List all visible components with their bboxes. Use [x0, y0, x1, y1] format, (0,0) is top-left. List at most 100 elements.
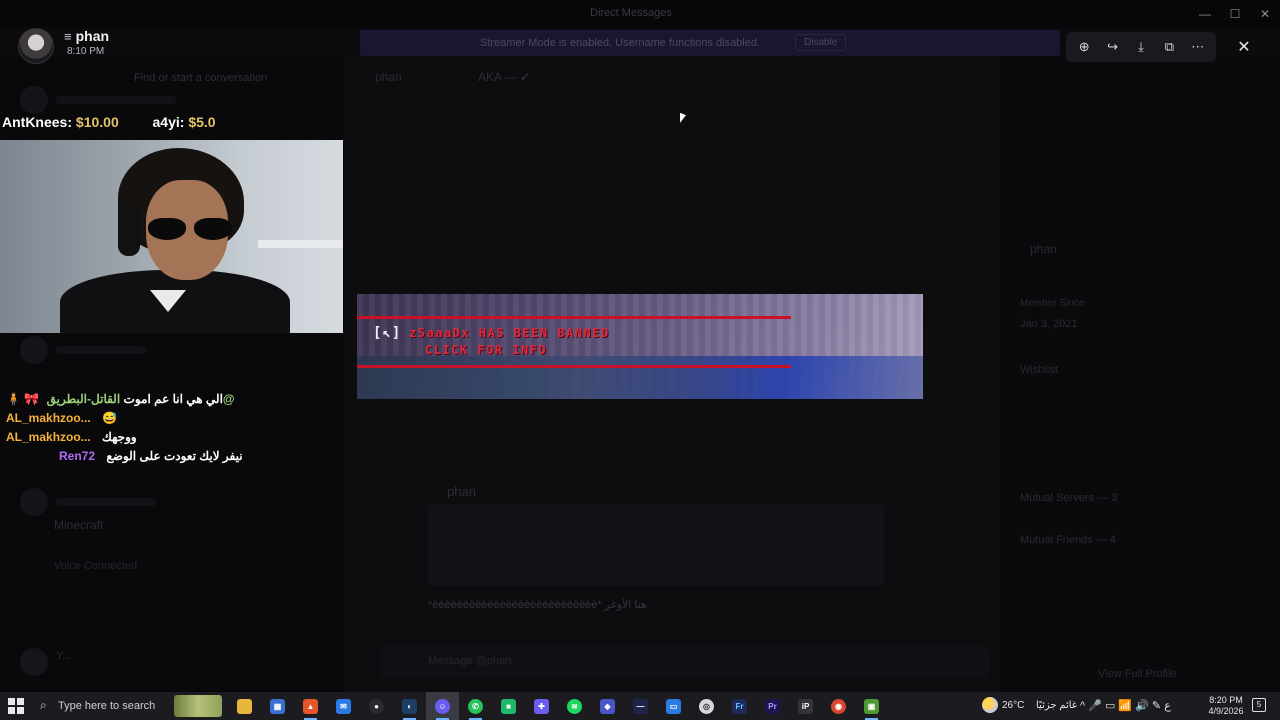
tray-icons[interactable]: ^ 🎤 ▭ 📶 🔊 ✎ ع	[1080, 699, 1171, 712]
donation-ticker: AntKnees: $10.00 a4yi: $5.0	[2, 114, 216, 130]
voice-channel-name[interactable]: Minecraft	[54, 518, 103, 532]
browser-icon[interactable]: ◎	[690, 692, 723, 720]
donation-amount: $5.0	[188, 114, 216, 130]
member-since-label: Member Since	[1020, 298, 1085, 309]
system-tray: 26°C غائم جزئيًا ^ 🎤 ▭ 📶 🔊 ✎ ع 8:20 PM 4…	[980, 692, 1280, 720]
brave-icon[interactable]: ▲	[294, 692, 327, 720]
window-controls: — ☐ ✕	[1190, 0, 1280, 28]
app-green-icon[interactable]: ■	[492, 692, 525, 720]
title-bar: Direct Messages — ☐ ✕	[0, 0, 1280, 28]
ban-message: z5aaaDx HAS BEEN BANNED	[409, 326, 610, 340]
shelf	[258, 240, 343, 248]
dm-list-item[interactable]	[20, 84, 330, 118]
self-username: Y...	[56, 650, 72, 662]
chrome-icon[interactable]: ◉	[822, 692, 855, 720]
notification-icon[interactable]: 5	[1252, 698, 1266, 712]
clock[interactable]: 8:20 PM 4/9/2026	[1206, 695, 1246, 717]
wishlist-label: Wishlist	[1020, 364, 1058, 376]
chat-message: 🧍 🎀 الي هي انا عم اموت القاتل-البطريق@	[6, 392, 336, 411]
donation-amount: $10.00	[75, 114, 119, 130]
game-controller-icon[interactable]: ✚	[525, 692, 558, 720]
view-full-profile-link[interactable]: View Full Profile	[1098, 668, 1177, 680]
weather-text: غائم جزئيًا	[1036, 700, 1078, 711]
message-input-placeholder: Message @phan	[428, 655, 512, 667]
chat-message: Ren72 نيفر لايك تعودت على الوضع	[6, 449, 336, 468]
search-highlight-art[interactable]	[174, 695, 222, 717]
temperature: 26°C	[1002, 700, 1025, 711]
search-placeholder: Type here to search	[58, 700, 156, 712]
viewed-image[interactable]: [↖] z5aaaDx HAS BEEN BANNED CLICK FOR IN…	[357, 294, 923, 399]
avatar	[20, 86, 48, 114]
desktop-icon[interactable]: ▭	[657, 692, 690, 720]
donor-name: AntKnees:	[2, 114, 73, 130]
open-external-icon[interactable]: ⧉	[1157, 39, 1181, 55]
mail-icon[interactable]: ✉	[327, 692, 360, 720]
streamer-mode-notice: Streamer Mode is enabled. Username funct…	[360, 30, 1060, 56]
message-embed[interactable]	[428, 504, 884, 586]
uploader-name-text: phan	[75, 28, 110, 44]
dm-list-item[interactable]	[20, 334, 330, 368]
clock-time: 8:20 PM	[1209, 695, 1243, 705]
store-icon[interactable]: ▦	[261, 692, 294, 720]
conversation-search[interactable]: Find or start a conversation	[134, 72, 267, 84]
sunglasses	[148, 218, 234, 242]
window-close-icon[interactable]: ✕	[1250, 0, 1280, 28]
fresco-icon[interactable]: Fr	[723, 692, 756, 720]
chat-username: Ren72	[59, 449, 96, 463]
chat-message: AL_makhzoo... 😅	[6, 411, 336, 430]
viewer-toolbar: ⊕ ↪ ⤓ ⧉ ⋯	[1066, 32, 1216, 62]
uploader-name[interactable]: ≡ phan	[64, 28, 109, 44]
minimize-icon[interactable]: —	[1190, 0, 1220, 28]
terminal-icon[interactable]: —	[624, 692, 657, 720]
chat-username: AL_makhzoo...	[6, 430, 91, 444]
taskbar: ⌕ Type here to search ▦ ▲ ✉ ● ◐ ☺ ✆ ■ ✚ …	[0, 692, 1280, 720]
click-for-info: CLICK FOR INFO	[425, 343, 548, 357]
chat-username: AL_makhzoo...	[6, 411, 91, 425]
zoom-in-icon[interactable]: ⊕	[1072, 39, 1096, 55]
disable-button[interactable]: Disable	[795, 34, 847, 51]
red-divider-bottom	[357, 365, 791, 368]
red-divider-top	[357, 316, 791, 319]
chat-text: ووجهك	[102, 430, 137, 444]
avatar[interactable]	[18, 28, 54, 64]
bars-icon: ≡	[64, 29, 72, 44]
message-text: *ѐѐѐѐѐѐѐѐѐѐѐѐѐѐѐѐѐѐѐѐѐѐѐѐѐѐѐ* هنا الأوغر	[428, 599, 647, 611]
forward-icon[interactable]: ↪	[1101, 39, 1125, 55]
weather-icon[interactable]	[982, 697, 998, 713]
spotify-icon[interactable]: ≋	[558, 692, 591, 720]
mutual-friends[interactable]: Mutual Friends — 4	[1020, 534, 1116, 546]
profile-name: phan	[1030, 242, 1057, 256]
mutual-servers[interactable]: Mutual Servers — 3	[1020, 492, 1117, 504]
taskbar-apps: ▦ ▲ ✉ ● ◐ ☺ ✆ ■ ✚ ≋ ◆ — ▭ ◎ Fr Pr iP ◉ ▣	[228, 692, 888, 720]
search-icon: ⌕	[40, 698, 47, 712]
windows-start-icon[interactable]	[8, 698, 24, 714]
chat-icon: 🧍	[6, 392, 21, 406]
whatsapp-icon[interactable]: ✆	[459, 692, 492, 720]
close-icon[interactable]: ✕	[1229, 32, 1259, 62]
maximize-icon[interactable]: ☐	[1220, 0, 1250, 28]
steam-icon[interactable]: ◐	[393, 692, 426, 720]
shirt-collar	[150, 290, 186, 312]
bow-icon: 🎀	[24, 392, 40, 406]
minecraft-icon[interactable]: ▣	[855, 692, 888, 720]
member-since-value: Jan 3, 2021	[1020, 318, 1078, 330]
upload-timestamp: 8:10 PM	[67, 46, 105, 57]
chat-header-extra: AKA — ✔	[478, 70, 531, 84]
premiere-icon[interactable]: Pr	[756, 692, 789, 720]
dm-name-placeholder	[56, 96, 176, 104]
stream-chat-overlay: 🧍 🎀 الي هي انا عم اموت القاتل-البطريق@ A…	[6, 392, 336, 468]
file-explorer-icon[interactable]	[228, 692, 261, 720]
webcam-feed	[0, 140, 343, 333]
message-author[interactable]: phan	[447, 484, 476, 499]
ip-icon[interactable]: iP	[789, 692, 822, 720]
chat-text: 😅	[102, 411, 117, 425]
obs-icon[interactable]: ●	[360, 692, 393, 720]
avatar[interactable]	[20, 648, 48, 676]
donor-name: a4yi:	[152, 114, 185, 130]
download-icon[interactable]: ⤓	[1129, 39, 1153, 55]
more-icon[interactable]: ⋯	[1186, 39, 1210, 55]
message-input[interactable]: Message @phan	[380, 646, 990, 678]
vpn-icon[interactable]: ◆	[591, 692, 624, 720]
cursor-bracket-icon: [↖]	[373, 325, 402, 341]
discord-icon[interactable]: ☺	[426, 692, 459, 720]
